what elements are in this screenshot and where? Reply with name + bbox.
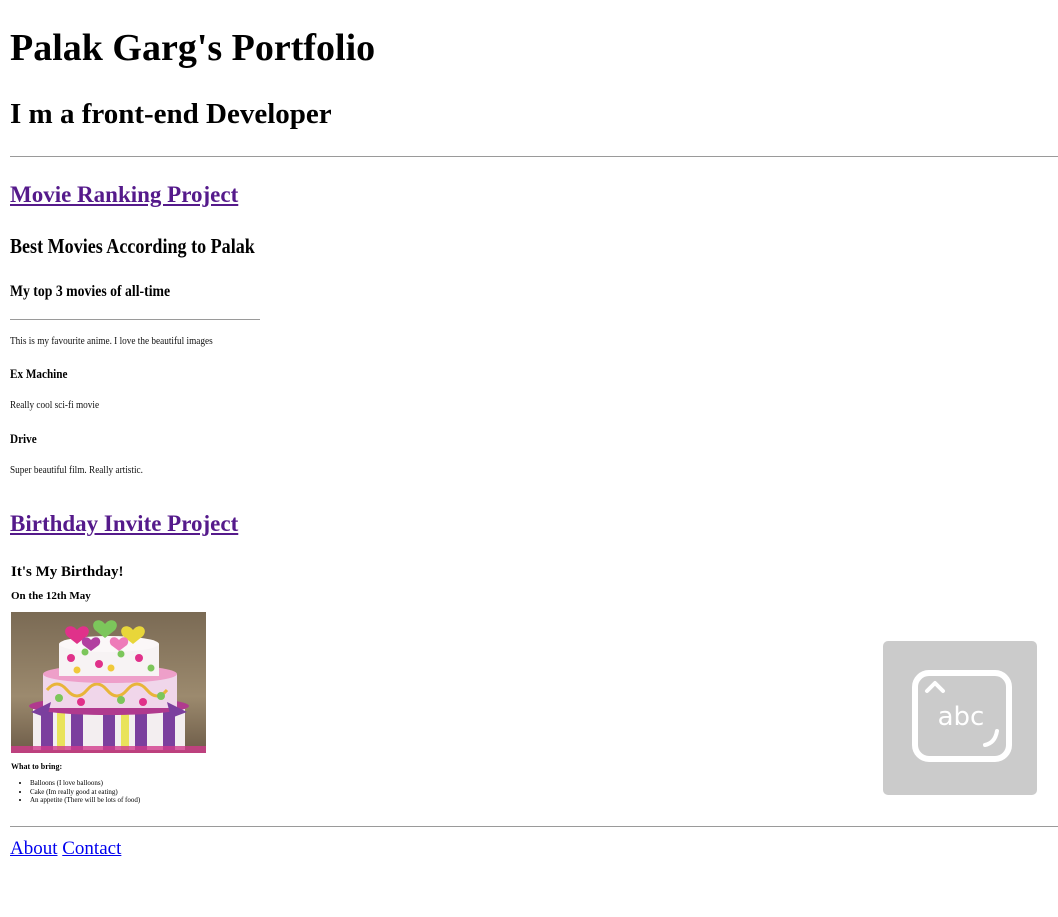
movie-project-preview: Best Movies According to Palak My top 3 … xyxy=(10,226,260,486)
movie-project-link[interactable]: Movie Ranking Project xyxy=(10,182,238,208)
birthday-heading: It's My Birthday! xyxy=(11,564,124,580)
page-subtitle: I m a front-end Developer xyxy=(10,98,332,130)
movie-item-title: Drive xyxy=(10,431,37,446)
movie-heading: Best Movies According to Palak xyxy=(10,234,255,258)
keyboard-toggle-button[interactable]: abc xyxy=(883,641,1037,795)
list-item: An appetite (There will be lots of food) xyxy=(30,796,140,805)
movie-subheading: My top 3 movies of all-time xyxy=(10,283,171,300)
about-link[interactable]: About xyxy=(10,838,58,859)
birthday-date: On the 12th May xyxy=(11,590,91,602)
movie-item-desc: Super beautiful film. Really artistic. xyxy=(10,464,143,476)
list-item: Balloons (I love balloons) xyxy=(30,779,140,788)
movie-item-title: Ex Machine xyxy=(10,366,68,381)
bring-list: Balloons (I love balloons) Cake (Im real… xyxy=(10,779,140,805)
keyboard-abc-icon: abc xyxy=(912,670,1012,762)
footer-nav: About Contact xyxy=(10,838,121,860)
movie-item-desc: Really cool sci-fi movie xyxy=(10,399,100,411)
movie-intro: This is my favourite anime. I love the b… xyxy=(10,335,213,347)
cake-image xyxy=(11,612,206,753)
movie-divider xyxy=(10,319,260,320)
page-title: Palak Garg's Portfolio xyxy=(10,27,376,69)
contact-link[interactable]: Contact xyxy=(62,838,121,859)
birthday-project-link[interactable]: Birthday Invite Project xyxy=(10,511,238,537)
header-divider xyxy=(10,156,1058,157)
keyboard-widget-label: abc xyxy=(938,702,985,732)
bring-heading: What to bring: xyxy=(11,762,63,771)
footer-divider xyxy=(10,826,1058,827)
list-item: Cake (Im really good at eating) xyxy=(30,788,140,797)
